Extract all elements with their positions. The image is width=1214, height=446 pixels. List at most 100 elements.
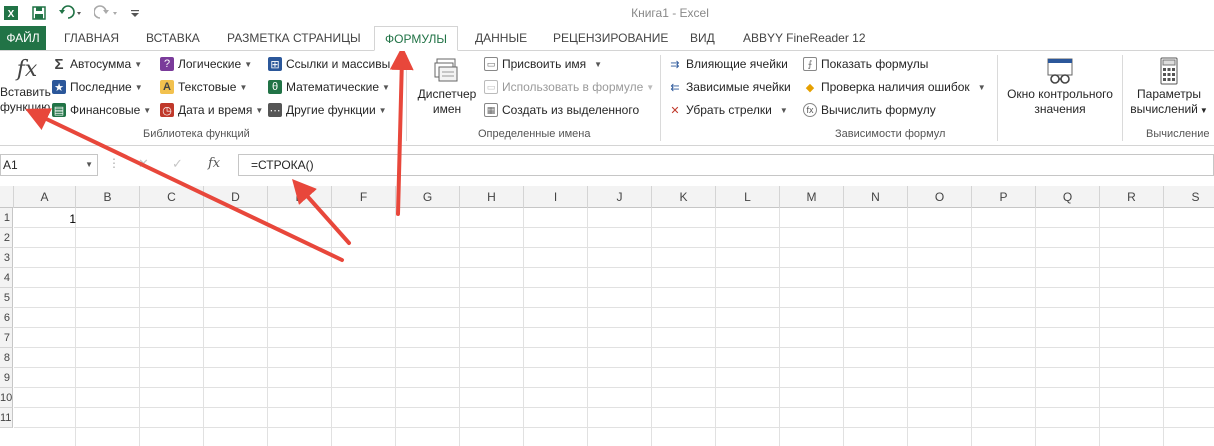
tab-file[interactable]: ФАЙЛ: [0, 26, 46, 50]
row-header-2[interactable]: 2: [0, 228, 13, 248]
other-functions-button[interactable]: ⋯ Другие функции ▼: [268, 100, 387, 120]
column-header-m[interactable]: M: [780, 186, 844, 208]
trace-dependents-icon: ⇇: [670, 81, 680, 94]
show-formulas-label: Показать формулы: [821, 57, 929, 71]
name-manager-icon: [414, 57, 480, 87]
column-header-p[interactable]: P: [972, 186, 1036, 208]
row-header-7[interactable]: 7: [0, 328, 13, 348]
logical-functions-button[interactable]: ? Логические ▼: [160, 54, 252, 74]
column-header-n[interactable]: N: [844, 186, 908, 208]
defined-names-group-label: Определенные имена: [478, 128, 591, 140]
select-all-corner[interactable]: [0, 186, 14, 208]
autosum-label: Автосумма: [70, 57, 132, 71]
row-header-10[interactable]: 10: [0, 388, 13, 408]
watch-window-button[interactable]: Окно контрольного значения: [1000, 57, 1120, 117]
gridline-horizontal: [14, 327, 1214, 328]
trace-dependents-label: Зависимые ячейки: [686, 80, 791, 94]
show-formulas-icon: ⨍: [803, 57, 817, 71]
column-header-i[interactable]: I: [524, 186, 588, 208]
column-header-e[interactable]: E: [268, 186, 332, 208]
dropdown-arrow-icon: ▼: [779, 105, 788, 115]
calculation-options-button[interactable]: Параметры вычислений ▼: [1126, 57, 1212, 118]
column-header-c[interactable]: C: [140, 186, 204, 208]
column-header-d[interactable]: D: [204, 186, 268, 208]
row-header-3[interactable]: 3: [0, 248, 13, 268]
datetime-label: Дата и время: [178, 103, 253, 117]
row-header-5[interactable]: 5: [0, 288, 13, 308]
row-header-8[interactable]: 8: [0, 348, 13, 368]
row-header-11[interactable]: 11: [0, 408, 13, 428]
tab-abbyy[interactable]: ABBYY FineReader 12: [743, 26, 866, 50]
recent-functions-button[interactable]: ★ Последние ▼: [52, 77, 143, 97]
column-header-s[interactable]: S: [1164, 186, 1214, 208]
trace-precedents-label: Влияющие ячейки: [686, 57, 788, 71]
column-header-b[interactable]: B: [76, 186, 140, 208]
evaluate-formula-button[interactable]: fx Вычислить формулу: [803, 100, 936, 120]
row-header-9[interactable]: 9: [0, 368, 13, 388]
remove-arrows-button[interactable]: ✕ Убрать стрелки ▼: [668, 100, 788, 120]
column-header-g[interactable]: G: [396, 186, 460, 208]
column-header-j[interactable]: J: [588, 186, 652, 208]
tab-review[interactable]: РЕЦЕНЗИРОВАНИЕ: [553, 26, 668, 50]
gridline-horizontal: [14, 227, 1214, 228]
trace-precedents-button[interactable]: ⇉ Влияющие ячейки: [668, 54, 788, 74]
dropdown-arrow-icon: ▼: [977, 82, 986, 92]
row-header-6[interactable]: 6: [0, 308, 13, 328]
fx-icon: fx: [16, 57, 38, 82]
use-in-formula-icon: ▭: [484, 80, 498, 94]
column-header-h[interactable]: H: [460, 186, 524, 208]
name-manager-button[interactable]: Диспетчер имен: [414, 57, 480, 117]
gridline-horizontal: [14, 407, 1214, 408]
error-checking-button[interactable]: ◆ Проверка наличия ошибок ▼: [803, 77, 986, 97]
tab-home[interactable]: ГЛАВНАЯ: [64, 26, 119, 50]
worksheet-grid[interactable]: ABCDEFGHIJKLMNOPQRS 1 2 3 4 5 6 7 8 9 10 11 1: [0, 186, 1214, 446]
dropdown-arrow-icon: ▼: [85, 160, 93, 169]
insert-function-fx-icon[interactable]: fx: [208, 156, 220, 171]
column-header-r[interactable]: R: [1100, 186, 1164, 208]
calculation-group-label: Вычисление: [1146, 128, 1210, 140]
gridline-horizontal: [14, 287, 1214, 288]
math-functions-button[interactable]: θ Математические ▼: [268, 77, 390, 97]
enter-icon[interactable]: ✓: [172, 156, 183, 172]
lookup-functions-button[interactable]: ⊞ Ссылки и массивы ▼: [268, 54, 401, 74]
other-functions-icon: ⋯: [268, 103, 282, 117]
define-name-button[interactable]: ▭ Присвоить имя ▼: [484, 54, 602, 74]
group-separator: [406, 55, 407, 141]
warning-icon: ◆: [805, 81, 815, 94]
create-from-selection-button[interactable]: ▦ Создать из выделенного: [484, 100, 639, 120]
text-functions-button[interactable]: A Текстовые ▼: [160, 77, 247, 97]
financial-functions-button[interactable]: ▤ Финансовые ▼: [52, 100, 151, 120]
column-header-o[interactable]: O: [908, 186, 972, 208]
tab-view[interactable]: ВИД: [690, 26, 715, 50]
datetime-functions-button[interactable]: ◷ Дата и время ▼: [160, 100, 263, 120]
tab-data[interactable]: ДАННЫЕ: [475, 26, 527, 50]
dropdown-arrow-icon: ▼: [646, 82, 655, 92]
column-header-f[interactable]: F: [332, 186, 396, 208]
row-header-1[interactable]: 1: [0, 208, 13, 228]
cell-a1[interactable]: 1: [14, 212, 76, 226]
insert-function-label-2: функцию: [0, 100, 51, 114]
row-header-4[interactable]: 4: [0, 268, 13, 288]
watch-window-label-1: Окно контрольного: [1007, 87, 1113, 101]
insert-function-button[interactable]: fx Вставить функцию: [0, 55, 51, 115]
tab-insert[interactable]: ВСТАВКА: [146, 26, 200, 50]
trace-dependents-button[interactable]: ⇇ Зависимые ячейки: [668, 77, 791, 97]
calculator-icon: [1126, 57, 1212, 87]
dropdown-arrow-icon: ▼: [378, 105, 387, 115]
logical-label: Логические: [178, 57, 242, 71]
column-header-l[interactable]: L: [716, 186, 780, 208]
cancel-icon[interactable]: ✕: [138, 156, 149, 172]
column-header-a[interactable]: A: [14, 186, 76, 208]
column-header-k[interactable]: K: [652, 186, 716, 208]
autosum-button[interactable]: Σ Автосумма ▼: [52, 54, 142, 74]
tab-formulas[interactable]: ФОРМУЛЫ: [374, 26, 459, 51]
name-box[interactable]: A1 ▼: [0, 154, 98, 176]
gridline-horizontal: [14, 367, 1214, 368]
show-formulas-button[interactable]: ⨍ Показать формулы: [803, 54, 928, 74]
use-in-formula-label: Использовать в формуле: [502, 80, 644, 94]
group-separator: [660, 55, 661, 141]
column-header-q[interactable]: Q: [1036, 186, 1100, 208]
tab-page-layout[interactable]: РАЗМЕТКА СТРАНИЦЫ: [227, 26, 361, 50]
use-in-formula-button[interactable]: ▭ Использовать в формуле ▼: [484, 77, 654, 97]
formula-input[interactable]: =СТРОКА(): [238, 154, 1214, 176]
